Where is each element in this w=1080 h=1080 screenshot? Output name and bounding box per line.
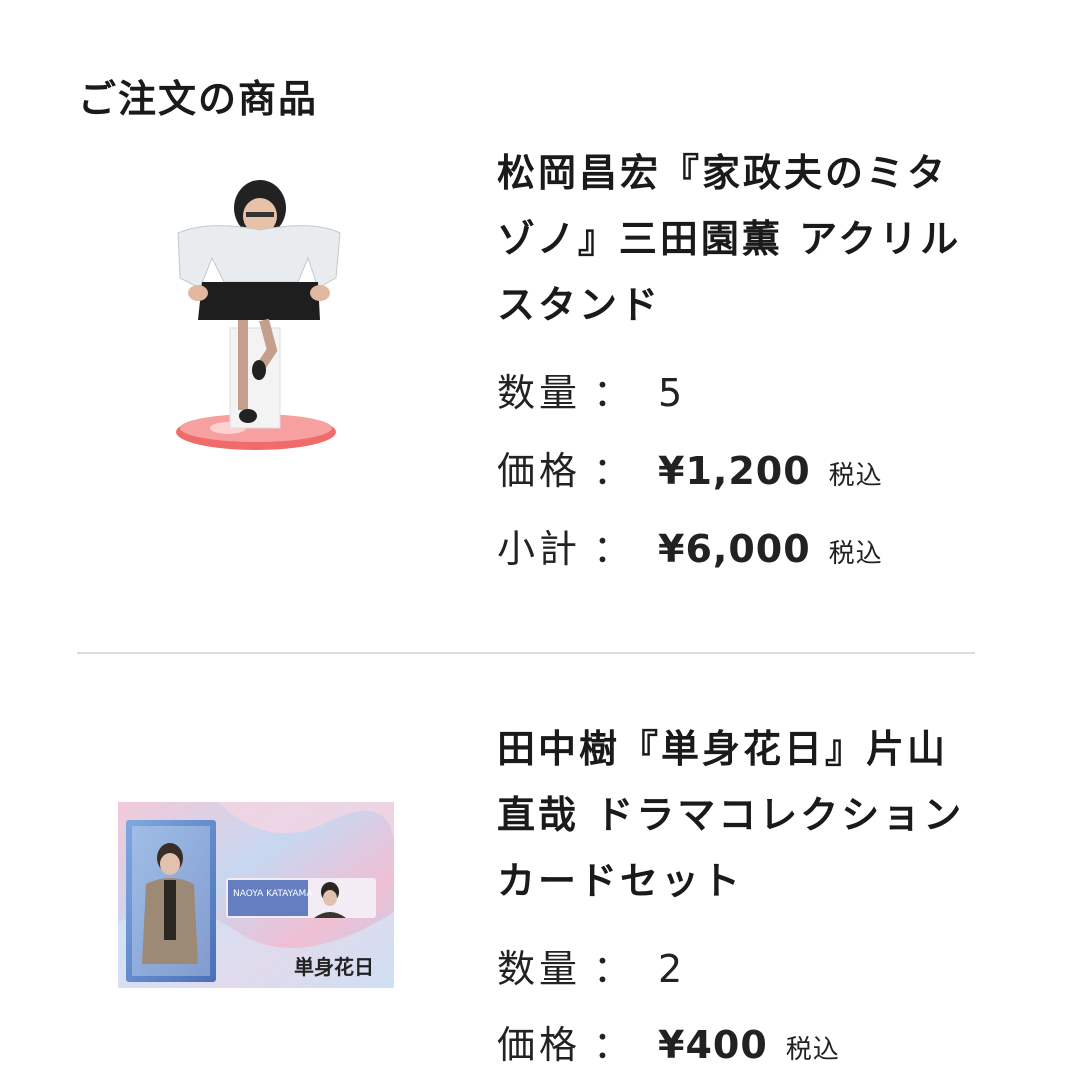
quantity-label: 数量 [497,947,582,991]
product-photo-icon [176,180,341,450]
subtotal-value: ¥6,000 [658,527,811,571]
price-row: 価格 ： ¥400 税込 [497,1014,840,1070]
quantity-value: 2 [658,947,683,991]
quantity-value: 5 [658,371,683,415]
subtotal-label: 小計 [497,527,582,571]
product-photo-icon: NAOYA KATAYAMA 単身花日 [118,802,394,988]
tax-included-label: 税込 [828,539,883,569]
colon: ： [593,947,632,991]
product-name[interactable]: 松岡昌宏『家政夫のミタゾノ』三田園薫 アクリルスタンド [497,140,967,338]
tax-included-label: 税込 [828,461,883,491]
price-value: ¥400 [658,1023,768,1067]
section-title: ご注文の商品 [78,77,319,121]
price-label: 価格 [497,449,582,493]
quantity-row: 数量 ： 2 [497,938,682,994]
colon: ： [593,527,632,571]
quantity-row: 数量 ： 5 [497,362,682,418]
subtotal-row: 小計 ： ¥6,000 税込 [497,518,883,574]
colon: ： [593,449,632,493]
price-value: ¥1,200 [658,449,811,493]
price-label: 価格 [497,1023,582,1067]
card-logo-text: 単身花日 [294,955,374,979]
tax-included-label: 税込 [785,1035,840,1065]
product-name[interactable]: 田中樹『単身花日』片山直哉 ドラマコレクションカードセット [497,716,967,914]
card-set-image[interactable]: NAOYA KATAYAMA 単身花日 [118,802,394,988]
card-text: NAOYA KATAYAMA [233,889,313,899]
quantity-label: 数量 [497,371,582,415]
colon: ： [593,1023,632,1067]
price-row: 価格 ： ¥1,200 税込 [497,440,883,496]
acrylic-stand-image[interactable] [168,178,348,458]
colon: ： [593,371,632,415]
item-divider [77,652,975,654]
